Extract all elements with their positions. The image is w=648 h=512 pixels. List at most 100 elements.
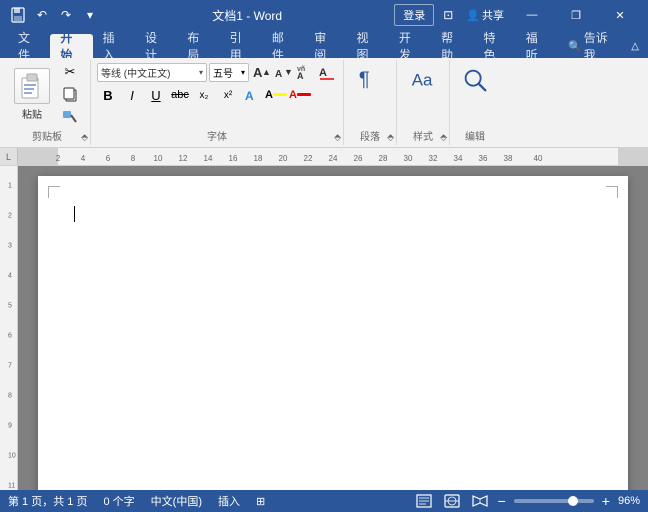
horizontal-ruler: 2 4 6 8 10 12 14 16 18 20 22 24 26 28 30…	[18, 148, 648, 165]
corner-top-left	[48, 186, 60, 198]
tab-design[interactable]: 设计	[135, 34, 177, 58]
print-view-button[interactable]	[414, 493, 434, 509]
read-view-button[interactable]	[470, 493, 490, 509]
paste-icon	[14, 68, 50, 104]
ruler-mark-16: 18	[254, 154, 263, 163]
insert-mode[interactable]: 插入	[218, 493, 240, 509]
copy-button[interactable]	[56, 84, 84, 104]
ruler-mark-0: 2	[56, 154, 60, 163]
vruler-7: 7	[8, 363, 12, 370]
tab-home[interactable]: 开始	[50, 34, 92, 58]
style-expand-icon[interactable]: ⬘	[440, 132, 447, 143]
zoom-out-button[interactable]: −	[498, 493, 506, 509]
document-page[interactable]	[38, 176, 628, 490]
cut-button[interactable]: ✂	[56, 62, 84, 82]
tab-mailings[interactable]: 邮件	[262, 34, 304, 58]
tab-developer[interactable]: 开发	[389, 34, 431, 58]
highlight-button[interactable]: A	[265, 84, 287, 106]
tab-help[interactable]: 帮助	[431, 34, 473, 58]
tab-futing[interactable]: 福听	[516, 34, 558, 58]
paste-label: 粘贴	[22, 106, 42, 121]
font-label: 字体	[207, 128, 227, 143]
tab-special[interactable]: 特色	[473, 34, 515, 58]
page-info-text: 第 1 页，共 1 页	[8, 493, 87, 509]
zoom-in-button[interactable]: +	[602, 493, 610, 509]
document-scroll[interactable]	[18, 166, 648, 490]
tab-references[interactable]: 引用	[220, 34, 262, 58]
close-button[interactable]: ✕	[600, 0, 640, 30]
font-color-button[interactable]: A	[289, 84, 311, 106]
tab-tell-me[interactable]: 🔍告诉我	[558, 34, 626, 58]
ruler-mark-30: 32	[429, 154, 438, 163]
ruler-mark-14: 16	[229, 154, 238, 163]
tab-insert[interactable]: 插入	[93, 34, 135, 58]
document-area: 1 2 3 4 5 6 7 8 9 10 11 12	[0, 166, 648, 490]
vruler-5: 5	[8, 303, 12, 310]
ruler-corner[interactable]: L	[0, 148, 18, 165]
format-painter-button[interactable]	[56, 106, 84, 126]
svg-text:Aa: Aa	[412, 71, 433, 90]
ruler-mark-2: 4	[81, 154, 85, 163]
clipboard-group: 粘贴 ✂ 剪贴板 ⬘	[4, 60, 91, 145]
restore-button[interactable]: ❐	[556, 0, 596, 30]
strikethrough-button[interactable]: abc	[169, 84, 191, 106]
tab-layout[interactable]: 布局	[177, 34, 219, 58]
ruler-mark-10: 12	[179, 154, 188, 163]
ruler-mark-36: 38	[504, 154, 513, 163]
options-icon[interactable]: ⊡	[438, 5, 458, 25]
italic-button[interactable]: I	[121, 84, 143, 106]
status-bar: 第 1 页，共 1 页 0 个字 中文(中国) 插入 ⊞	[0, 490, 648, 512]
font-size-arrow: ▾	[241, 68, 245, 77]
edit-controls	[457, 62, 493, 114]
clear-format-button[interactable]: A	[317, 62, 337, 82]
ribbon-collapse-button[interactable]: △	[626, 37, 644, 55]
login-button[interactable]: 登录	[394, 4, 434, 26]
web-view-button[interactable]	[442, 493, 462, 509]
share-button[interactable]: 👤 共享	[462, 5, 508, 25]
font-size-label: 五号	[213, 65, 239, 80]
paste-button[interactable]: 粘贴	[10, 62, 54, 126]
clipboard-right: ✂	[56, 62, 84, 126]
redo-icon[interactable]: ↷	[56, 5, 76, 25]
subscript-button[interactable]: x₂	[193, 84, 215, 106]
text-effect-button[interactable]: A	[241, 84, 263, 106]
font-size-selector[interactable]: 五号 ▾	[209, 63, 249, 82]
svg-text:▼: ▼	[284, 67, 292, 77]
ruler-mark-20: 22	[304, 154, 313, 163]
style-button[interactable]: Aa	[403, 62, 443, 98]
paragraph-button[interactable]: ¶	[350, 62, 390, 98]
font-name-selector[interactable]: 等线 (中文正文) ▾	[97, 63, 207, 82]
decrease-font-button[interactable]: A ▼	[273, 62, 293, 82]
svg-text:A: A	[275, 69, 282, 80]
vruler-11: 11	[8, 483, 15, 490]
svg-text:¶: ¶	[359, 68, 370, 91]
customize-quick-access-icon[interactable]: ▾	[80, 5, 100, 25]
macro-icon[interactable]: ⊞	[256, 495, 265, 508]
increase-font-button[interactable]: A ▲	[251, 62, 271, 82]
paragraph-expand-icon[interactable]: ⬘	[387, 132, 394, 143]
ruler-mark-38: 40	[534, 154, 543, 163]
zoom-slider[interactable]	[514, 499, 594, 503]
edit-button[interactable]	[457, 62, 493, 98]
ribbon-content: 粘贴 ✂ 剪贴板 ⬘	[0, 58, 648, 148]
underline-button[interactable]: U	[145, 84, 167, 106]
save-icon[interactable]	[8, 5, 28, 25]
style-controls: Aa	[403, 62, 443, 114]
title-bar: ↶ ↷ ▾ 文档1 - Word 登录 ⊡ 👤 共享 — ❐ ✕	[0, 0, 648, 30]
superscript-button[interactable]: x²	[217, 84, 239, 106]
pinyin-button[interactable]: vñ A	[295, 62, 315, 82]
corner-top-right	[606, 186, 618, 198]
tab-file[interactable]: 文件	[8, 34, 50, 58]
tab-view[interactable]: 视图	[347, 34, 389, 58]
font-expand-icon[interactable]: ⬘	[334, 132, 341, 143]
edit-label: 编辑	[465, 128, 485, 143]
ruler-container: L 2 4 6 8 10 12 14 16 18 20 22 24 26 28 …	[0, 148, 648, 166]
bold-button[interactable]: B	[97, 84, 119, 106]
title-left-icons: ↶ ↷ ▾	[8, 5, 100, 25]
minimize-button[interactable]: —	[512, 0, 552, 30]
clipboard-expand-icon[interactable]: ⬘	[81, 132, 88, 143]
ruler-mark-28: 30	[404, 154, 413, 163]
tab-review[interactable]: 审阅	[304, 34, 346, 58]
undo-icon[interactable]: ↶	[32, 5, 52, 25]
vruler-1: 1	[8, 183, 12, 190]
